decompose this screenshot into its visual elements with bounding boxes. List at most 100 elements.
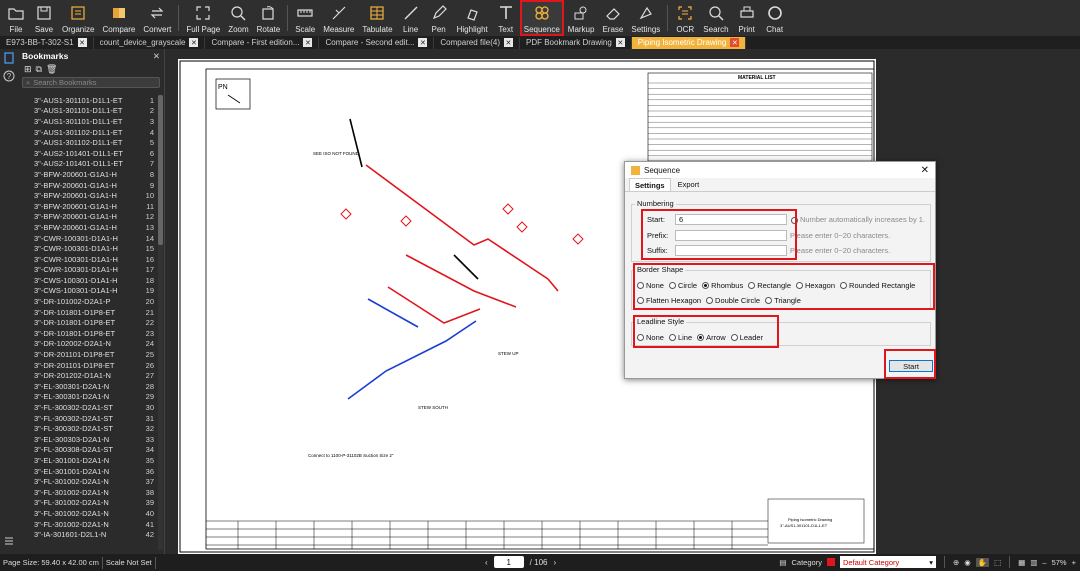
toolbar-scale-button[interactable]: Scale [291,0,319,36]
bookmark-item[interactable]: 3"-BFW-200601-G1A1-H 10 [18,190,158,201]
bookmark-item[interactable]: 3"-FL-300302-D2A1-ST 30 [18,402,158,413]
toolbar-settings-button[interactable]: Settings [627,0,664,36]
toolbar-sequence-button[interactable]: Sequence [519,0,564,36]
category-select[interactable]: Default Category ▾ [839,556,936,568]
toolbar-text-button[interactable]: Text [492,0,520,36]
bookmark-item[interactable]: 3"-AUS1-301101-D1L1-ET 1 [18,95,158,106]
close-icon[interactable]: ✕ [153,51,160,62]
bookmark-item[interactable]: 3"-FL-301002-D2A1-N 39 [18,498,158,509]
bookmark-item[interactable]: 3"-CWS-100301-D1A1-H 18 [18,275,158,286]
close-tab-icon[interactable]: ✕ [730,38,740,47]
toolbar-markup-button[interactable]: Markup [564,0,599,36]
document-tab[interactable]: count_device_grayscale ✕ [94,36,206,49]
bookmark-item[interactable]: 3"-BFW-200601-G1A1-H 8 [18,169,158,180]
bookmark-item[interactable]: 3"-FL-301002-D2A1-N 38 [18,487,158,498]
close-tab-icon[interactable]: ✕ [418,38,428,47]
scale-status[interactable]: Scale Not Set [106,558,152,567]
toolbar-measure-button[interactable]: Measure [319,0,358,36]
bookmark-item[interactable]: 3"-DR-101801-D1P8-ET 22 [18,317,158,328]
close-tab-icon[interactable]: ✕ [77,38,87,47]
toolbar-tabulate-button[interactable]: Tabulate [358,0,396,36]
bookmark-item[interactable]: 3"-DR-101002-D2A1-P 20 [18,296,158,307]
document-tab[interactable]: Compared file(4) ✕ [434,36,520,49]
bookmark-panel-icon[interactable] [0,49,18,67]
tab-settings[interactable]: Settings [629,178,671,191]
bookmark-item[interactable]: 3"-CWS-100301-D1A1-H 19 [18,286,158,297]
bookmark-item[interactable]: 3"-AUS1-301101-D1L1-ET 3 [18,116,158,127]
close-tab-icon[interactable]: ✕ [189,38,199,47]
prev-page-icon[interactable]: ‹ [485,558,488,567]
toolbar-search-button[interactable]: Search [699,0,732,36]
bookmark-item[interactable]: 3"-FL-301002-D2A1-N 37 [18,476,158,487]
toolbar-compare-button[interactable]: Compare [98,0,139,36]
zoom-value[interactable]: 57% [1052,558,1067,567]
bookmark-item[interactable]: 3"-DR-201202-D1A1-N 27 [18,370,158,381]
bookmark-item[interactable]: 3"-BFW-200601-G1A1-H 12 [18,212,158,223]
bookmark-item[interactable]: 3"-FL-300308-D2A1-ST 34 [18,445,158,456]
zoom-in-plus-icon[interactable]: + [1072,558,1076,567]
copy-bookmark-icon[interactable]: ⧉ [36,64,42,75]
bookmark-item[interactable]: 3"-BFW-200601-G1A1-H 9 [18,180,158,191]
help-icon[interactable]: ? [0,67,18,85]
close-icon[interactable]: ✕ [921,165,929,176]
page-mode-icon[interactable]: ▦ [1018,558,1025,567]
toolbar-print-button[interactable]: Print [733,0,761,36]
page-input[interactable]: 1 [493,556,524,568]
toolbar-save-button[interactable]: Save [30,0,58,36]
fit-icon[interactable]: ▥ [1030,558,1037,567]
bookmark-item[interactable]: 3"-EL-300301-D2A1-N 29 [18,392,158,403]
bookmarks-search[interactable]: ⌕ Search Bookmarks [22,77,160,88]
toolbar-highlight-button[interactable]: Highlight [453,0,492,36]
tab-export[interactable]: Export [673,178,705,191]
bookmark-item[interactable]: 3"-AUS1-301102-D1L1-ET 4 [18,127,158,138]
add-bookmark-icon[interactable]: ⊞ [24,64,32,75]
document-tab[interactable]: Compare - First edition... ✕ [205,36,320,49]
bookmark-item[interactable]: 3"-EL-300301-D2A1-N 28 [18,381,158,392]
bookmark-item[interactable]: 3"-DR-101801-D1P8-ET 21 [18,307,158,318]
toolbar-line-button[interactable]: Line [397,0,425,36]
zoom-out-icon[interactable]: – [1042,558,1046,567]
toolbar-rotate-button[interactable]: Rotate [253,0,285,36]
bookmark-item[interactable]: 3"-CWR-100301-D1A1-H 16 [18,254,158,265]
bookmark-item[interactable]: 3"-DR-201101-D1P8-ET 26 [18,360,158,371]
bookmark-item[interactable]: 3"-BFW-200601-G1A1-H 13 [18,222,158,233]
toolbar-file-button[interactable]: File [2,0,30,36]
document-tab[interactable]: Piping Isometric Drawing ✕ [631,36,747,49]
bookmark-item[interactable]: 3"-EL-301001-D2A1-N 35 [18,455,158,466]
bookmark-item[interactable]: 3"-AUS1-301101-D1L1-ET 2 [18,106,158,117]
view-icon[interactable]: ◉ [964,558,971,567]
toolbar-convert-button[interactable]: Convert [139,0,175,36]
bookmark-item[interactable]: 3"-FL-301002-D2A1-N 41 [18,519,158,530]
bookmarks-scrollbar[interactable] [158,95,163,550]
bookmark-item[interactable]: 3"-EL-300303-D2A1-N 33 [18,434,158,445]
bookmark-item[interactable]: 3"-AUS2-101401-D1L1-ET 7 [18,159,158,170]
bookmark-item[interactable]: 3"-FL-301002-D2A1-N 40 [18,508,158,519]
bookmark-item[interactable]: 3"-AUS2-101401-D1L1-ET 6 [18,148,158,159]
select-tool-icon[interactable]: ⬚ [994,558,1001,567]
document-tab[interactable]: Compare - Second edit... ✕ [319,36,435,49]
next-page-icon[interactable]: › [553,558,556,567]
bookmark-item[interactable]: 3"-EL-301001-D2A1-N 36 [18,466,158,477]
close-tab-icon[interactable]: ✕ [503,38,513,47]
delete-bookmark-icon[interactable]: 🗑 [46,64,57,75]
bookmark-item[interactable]: 3"-BFW-200601-G1A1-H 11 [18,201,158,212]
document-tab[interactable]: PDF Bookmark Drawing ✕ [520,36,632,49]
bookmark-item[interactable]: 3"-CWR-100301-D1A1-H 14 [18,233,158,244]
toolbar-zoom-button[interactable]: Zoom [224,0,252,36]
bookmark-item[interactable]: 3"-AUS1-301102-D1L1-ET 5 [18,137,158,148]
hand-tool-icon[interactable]: ✋ [975,557,990,567]
bookmark-item[interactable]: 3"-FL-300302-D2A1-ST 31 [18,413,158,424]
toolbar-erase-button[interactable]: Erase [598,0,627,36]
list-view-icon[interactable] [0,532,18,550]
bookmark-item[interactable]: 3"-FL-300302-D2A1-ST 32 [18,423,158,434]
bookmark-item[interactable]: 3"-IA-301601-D2L1-N 42 [18,529,158,540]
bookmark-item[interactable]: 3"-DR-101801-D1P8-ET 23 [18,328,158,339]
bookmark-item[interactable]: 3"-CWR-100301-D1A1-H 15 [18,243,158,254]
toolbar-ocr-button[interactable]: OCR [671,0,699,36]
bookmark-item[interactable]: 3"-DR-201101-D1P8-ET 25 [18,349,158,360]
zoom-in-icon[interactable]: ⊕ [953,558,959,567]
toolbar-pen-button[interactable]: Pen [425,0,453,36]
close-tab-icon[interactable]: ✕ [615,38,625,47]
bookmark-item[interactable]: 3"-DR-102002-D2A1-N 24 [18,339,158,350]
bookmark-item[interactable]: 3"-CWR-100301-D1A1-H 17 [18,265,158,276]
